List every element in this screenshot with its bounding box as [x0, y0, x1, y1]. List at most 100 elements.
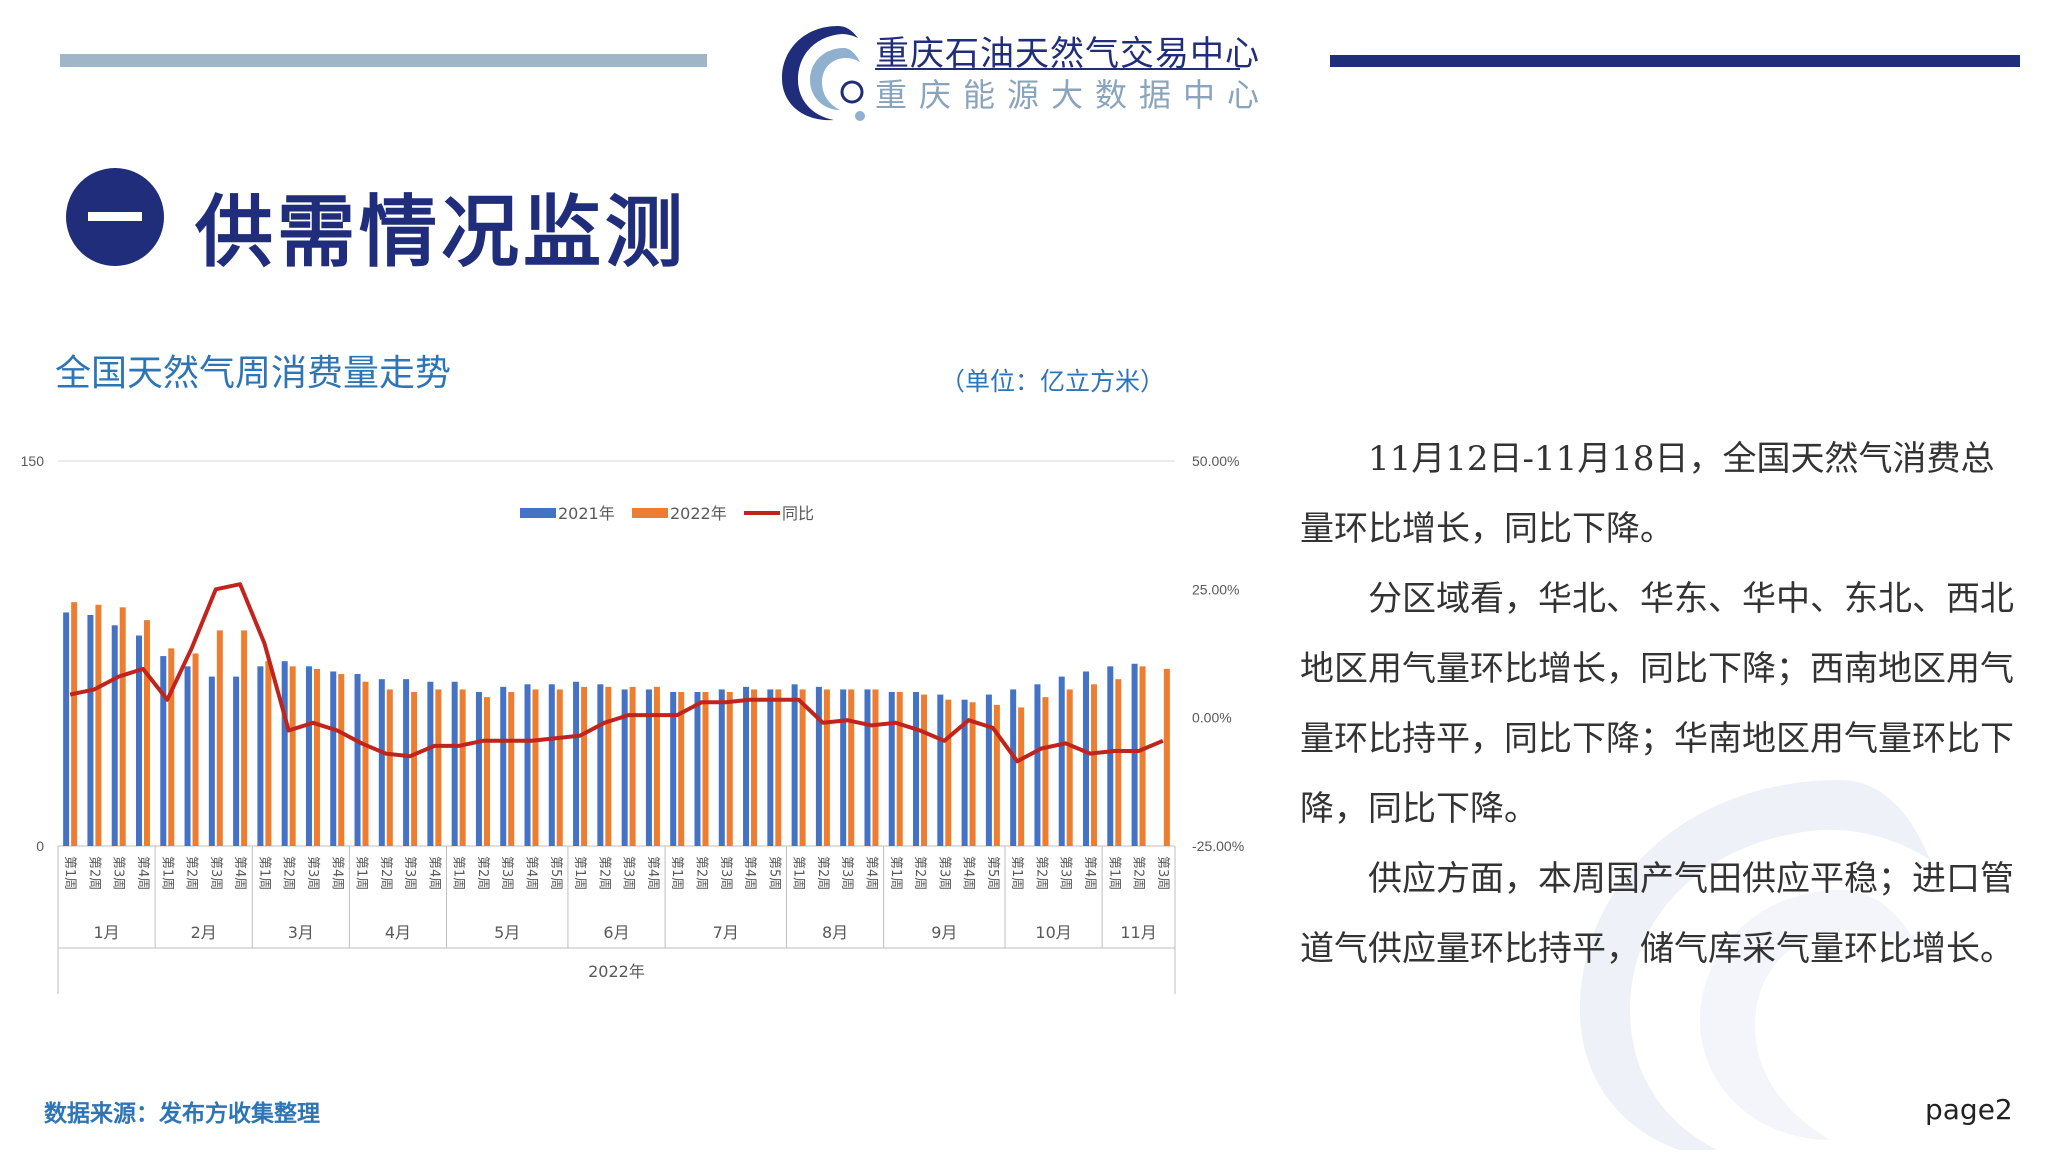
bar-2022: [848, 689, 855, 846]
bar-2022: [95, 604, 102, 846]
bar-2022: [143, 620, 150, 846]
bar-2021: [1131, 663, 1138, 846]
category-label: 第1周: [1106, 856, 1121, 890]
category-label: 第1周: [256, 856, 271, 890]
bar-2022: [605, 686, 612, 846]
bar-2022: [483, 697, 490, 846]
category-label: 第3周: [621, 856, 636, 890]
bar-2021: [330, 671, 337, 846]
bar-2022: [896, 692, 903, 846]
bar-2021: [500, 686, 507, 846]
bar-2021: [621, 689, 628, 846]
paragraph-regions: 分区域看，华北、华东、华中、东北、西北地区用气量环比增长，同比下降；西南地区用气…: [1300, 579, 2014, 829]
category-label: 第3周: [718, 856, 733, 890]
left-axis-tick: 0: [36, 838, 44, 854]
bar-2021: [378, 679, 385, 846]
category-label: 第3周: [499, 856, 514, 890]
category-label: 第2周: [378, 856, 393, 890]
bar-2022: [945, 699, 952, 846]
category-label: 第4周: [1082, 856, 1097, 890]
bar-2022: [921, 694, 928, 846]
category-label: 第4周: [961, 856, 976, 890]
month-label: 5月: [494, 923, 520, 942]
bar-2021: [937, 694, 944, 846]
month-label: 9月: [931, 923, 957, 942]
bar-2021: [1107, 666, 1114, 846]
bar-2021: [694, 692, 701, 846]
category-label: 第1周: [1009, 856, 1024, 890]
bar-2022: [532, 689, 539, 846]
bar-2021: [864, 689, 871, 846]
bar-2022: [313, 668, 320, 846]
bar-2021: [524, 684, 531, 846]
category-label: 第4周: [863, 856, 878, 890]
category-label: 第1周: [888, 856, 903, 890]
bar-2021: [840, 689, 847, 846]
bar-2022: [702, 692, 709, 846]
bar-2022: [1139, 666, 1146, 846]
bar-2021: [573, 681, 580, 846]
bar-2022: [1066, 689, 1073, 846]
bar-2022: [993, 704, 1000, 846]
bar-2022: [799, 689, 806, 846]
bar-2022: [71, 602, 78, 846]
category-label: 第2周: [86, 856, 101, 890]
category-label: 第2周: [693, 856, 708, 890]
bar-2021: [597, 684, 604, 846]
bar-2021: [548, 684, 555, 846]
bar-2021: [63, 612, 70, 846]
category-label: 第4周: [426, 856, 441, 890]
category-label: 第1周: [669, 856, 684, 890]
bar-2021: [913, 692, 920, 846]
bar-2022: [216, 630, 223, 846]
bar-2021: [208, 676, 215, 846]
category-label: 第3周: [402, 856, 417, 890]
bar-2022: [872, 689, 879, 846]
bar-2021: [791, 684, 798, 846]
bar-2022: [508, 692, 515, 846]
month-label: 10月: [1035, 923, 1071, 942]
category-label: 第1周: [791, 856, 806, 890]
bar-2021: [160, 656, 167, 846]
category-label: 第5周: [985, 856, 1000, 890]
bar-2022: [726, 692, 733, 846]
weekly-consumption-chart: 0150 50.00%25.00%0.00%-25.00%第1周 第2周 第3周 第4周…: [21, 453, 1244, 994]
bar-2021: [233, 676, 240, 846]
category-label: 第1周: [451, 856, 466, 890]
bar-2021: [451, 681, 458, 846]
category-label: 第3周: [305, 856, 320, 890]
bar-2021: [985, 694, 992, 846]
bar-2022: [1018, 707, 1025, 846]
bar-2021: [1083, 671, 1090, 846]
org-subtitle: 重庆能源大数据中心: [875, 76, 1272, 114]
page-number: page2: [1925, 1093, 2013, 1126]
category-label: 第4周: [329, 856, 344, 890]
bar-2022: [823, 689, 830, 846]
bar-2021: [718, 689, 725, 846]
month-label: 8月: [822, 923, 848, 942]
section-title: 供需情况监测: [195, 188, 688, 278]
month-label: 6月: [603, 923, 629, 942]
bar-2021: [888, 692, 895, 846]
paragraph-summary: 11月12日-11月18日，全国天然气消费总量环比增长，同比下降。: [1300, 439, 1995, 549]
bar-2022: [1115, 679, 1122, 846]
category-label: 第5周: [766, 856, 781, 890]
category-label: 第2周: [475, 856, 490, 890]
chart-unit: （单位：亿立方米）: [940, 367, 1166, 396]
legend-label-2021: 2021年: [558, 504, 615, 523]
category-label: 第3周: [1058, 856, 1073, 890]
month-label: 11月: [1120, 923, 1156, 942]
bar-2022: [192, 653, 199, 846]
bar-2021: [354, 674, 361, 846]
bar-2022: [629, 686, 636, 846]
category-label: 第3周: [208, 856, 223, 890]
bar-2022: [751, 689, 758, 846]
legend-swatch-2022: [632, 508, 668, 518]
bar-2022: [386, 689, 393, 846]
section-number: 一: [88, 212, 142, 221]
bar-2021: [111, 625, 118, 846]
category-label: 第4周: [645, 856, 660, 890]
category-label: 第2周: [184, 856, 199, 890]
data-source: 数据来源：发布方收集整理: [44, 1101, 320, 1127]
legend-label-yoy: 同比: [782, 504, 814, 523]
